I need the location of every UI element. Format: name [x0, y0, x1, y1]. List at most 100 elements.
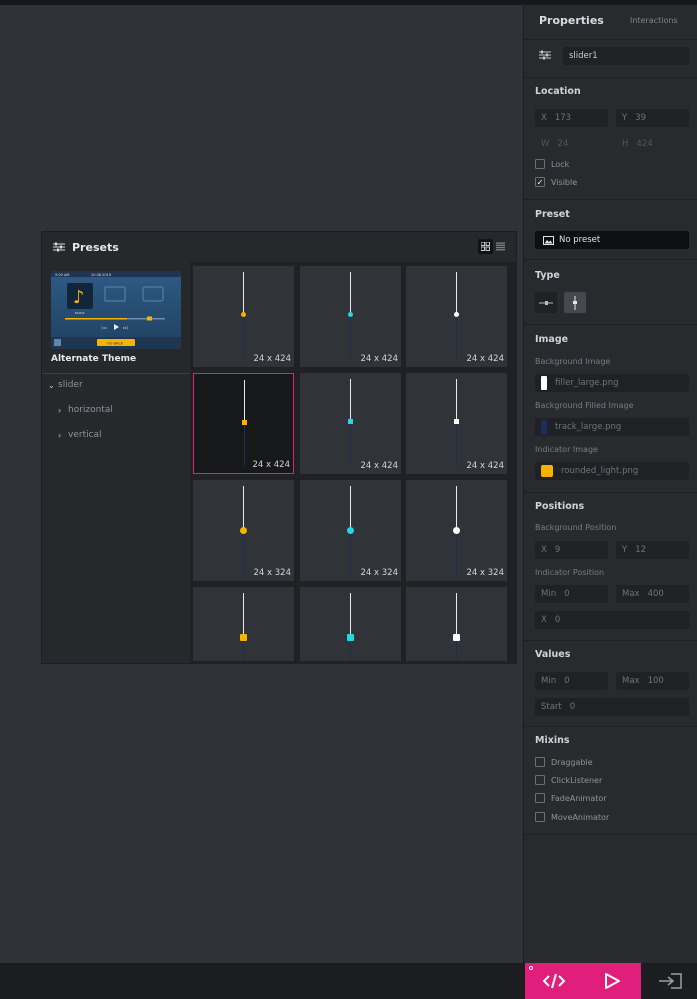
preset-tile[interactable]: 24 x 424 — [193, 266, 294, 367]
mixin-clicklistener-checkbox[interactable]: ClickListener — [535, 775, 602, 785]
background-image-field[interactable]: filler_large.png — [535, 374, 689, 392]
chevron-right-icon: › — [58, 405, 62, 415]
indicator-min-field[interactable]: Min 0 — [535, 585, 608, 603]
slider-indicator — [454, 312, 459, 317]
slider-filled-track — [456, 593, 457, 637]
preset-tile[interactable]: 24 x 424 — [193, 373, 294, 474]
tree-item-slider[interactable]: ⌄ slider — [48, 380, 83, 390]
preset-tile[interactable]: 24 x 424 — [300, 373, 401, 474]
preset-tile[interactable]: 24 x 324 — [300, 480, 401, 581]
image-filename: rounded_light.png — [561, 466, 639, 476]
location-h-field: H 424 — [616, 135, 689, 153]
location-y-field[interactable]: Y 39 — [616, 109, 689, 127]
presets-header: Presets — [42, 232, 516, 262]
preset-size-label: 24 x 424 — [360, 461, 398, 471]
background-filled-image-field[interactable]: track_large.png — [535, 418, 689, 436]
preset-tile[interactable] — [406, 587, 507, 661]
preset-size-label: 24 x 424 — [360, 354, 398, 364]
theme-preview-card[interactable]: 9:00 AM 20.08.2019 ♪ MUSIC |◂◂ ▸▸| GO BA… — [51, 271, 181, 349]
grid-view-toggle[interactable] — [478, 239, 493, 254]
indicator-image-label: Indicator Image — [535, 445, 598, 454]
background-filled-image-label: Background Filled Image — [535, 401, 634, 410]
divider — [524, 77, 697, 78]
visible-checkbox[interactable]: ✓ Visible — [535, 177, 577, 187]
indicator-x-field[interactable]: X0 — [535, 611, 689, 629]
preset-select[interactable]: No preset — [535, 231, 689, 249]
tab-interactions[interactable]: Interactions — [630, 16, 678, 25]
preset-tile[interactable]: 24 x 324 — [406, 480, 507, 581]
slider-indicator — [240, 634, 247, 641]
presets-title: Presets — [72, 240, 119, 254]
bottom-bar — [0, 963, 697, 999]
checkbox-label: Visible — [551, 177, 578, 187]
values-min-field[interactable]: Min 0 — [535, 672, 608, 690]
mixin-moveanimator-checkbox[interactable]: MoveAnimator — [535, 812, 609, 822]
field-key: Max — [622, 589, 640, 599]
divider — [524, 726, 697, 727]
tree-item-label: slider — [58, 380, 83, 390]
sliders-icon — [53, 242, 65, 252]
background-position-label: Background Position — [535, 523, 617, 532]
field-key: Y — [622, 113, 628, 123]
type-vertical-button[interactable] — [564, 292, 586, 313]
bg-position-y-field[interactable]: Y 12 — [616, 541, 689, 559]
divider — [524, 259, 697, 260]
location-x-field[interactable]: X 173 — [535, 109, 608, 127]
preset-tile[interactable] — [193, 587, 294, 661]
preset-tile[interactable]: 24 x 424 — [300, 266, 401, 367]
field-value: 424 — [636, 139, 653, 149]
chevron-down-icon: ⌄ — [48, 380, 55, 390]
preset-tile[interactable]: 24 x 424 — [406, 373, 507, 474]
tree-item-horizontal[interactable]: › horizontal — [58, 405, 113, 415]
preset-tile[interactable] — [300, 587, 401, 661]
horizontal-slider-icon — [539, 300, 553, 305]
tree-item-vertical[interactable]: › vertical — [58, 430, 102, 440]
bg-position-x-field[interactable]: X9 — [535, 541, 608, 559]
slider-filled-track — [350, 593, 351, 637]
values-start-field[interactable]: Start 0 — [535, 698, 689, 716]
type-horizontal-button[interactable] — [535, 292, 557, 313]
preset-size-label: 24 x 424 — [466, 461, 504, 471]
slider-track — [350, 421, 351, 466]
field-key: W — [541, 139, 550, 149]
field-key: H — [622, 139, 629, 149]
mixin-fadeanimator-checkbox[interactable]: FadeAnimator — [535, 793, 607, 803]
checkbox-box — [535, 757, 545, 767]
slider-filled-track — [350, 379, 351, 421]
svg-text:GO BACK: GO BACK — [107, 342, 124, 346]
element-name-input[interactable]: slider1 — [563, 47, 689, 65]
exit-icon — [659, 973, 682, 989]
run-simulator-button[interactable] — [583, 963, 641, 999]
values-heading: Values — [535, 649, 571, 660]
image-swatch — [541, 465, 553, 477]
field-key: X — [541, 545, 547, 555]
svg-text:MUSIC: MUSIC — [75, 311, 85, 315]
indicator-max-field[interactable]: Max 400 — [616, 585, 689, 603]
image-heading: Image — [535, 334, 569, 345]
slider-filled-track — [243, 272, 244, 314]
tab-properties[interactable]: Properties — [539, 14, 604, 27]
mixin-draggable-checkbox[interactable]: Draggable — [535, 757, 593, 767]
indicator-image-field[interactable]: rounded_light.png — [535, 462, 689, 480]
slider-indicator — [453, 634, 460, 641]
image-swatch — [541, 376, 547, 390]
field-key: Min — [541, 676, 557, 686]
list-view-toggle[interactable] — [493, 239, 508, 254]
preset-tile[interactable]: 24 x 324 — [193, 480, 294, 581]
status-dot-icon — [529, 966, 533, 970]
values-max-field[interactable]: Max 100 — [616, 672, 689, 690]
generate-code-button[interactable] — [525, 963, 583, 999]
checkmark-icon: ✓ — [535, 177, 545, 187]
lock-checkbox[interactable]: Lock — [535, 159, 569, 169]
preset-tile[interactable]: 24 x 424 — [406, 266, 507, 367]
slider-indicator — [348, 419, 353, 424]
list-icon — [496, 242, 505, 251]
image-filename: track_large.png — [555, 422, 622, 432]
theme-label[interactable]: Alternate Theme — [51, 354, 136, 364]
checkbox-box — [535, 159, 545, 169]
svg-text:|◂◂: |◂◂ — [101, 325, 106, 330]
slider-indicator — [348, 312, 353, 317]
field-value: 173 — [554, 113, 572, 123]
checkbox-label: FadeAnimator — [551, 793, 607, 803]
exit-button[interactable] — [655, 971, 685, 991]
